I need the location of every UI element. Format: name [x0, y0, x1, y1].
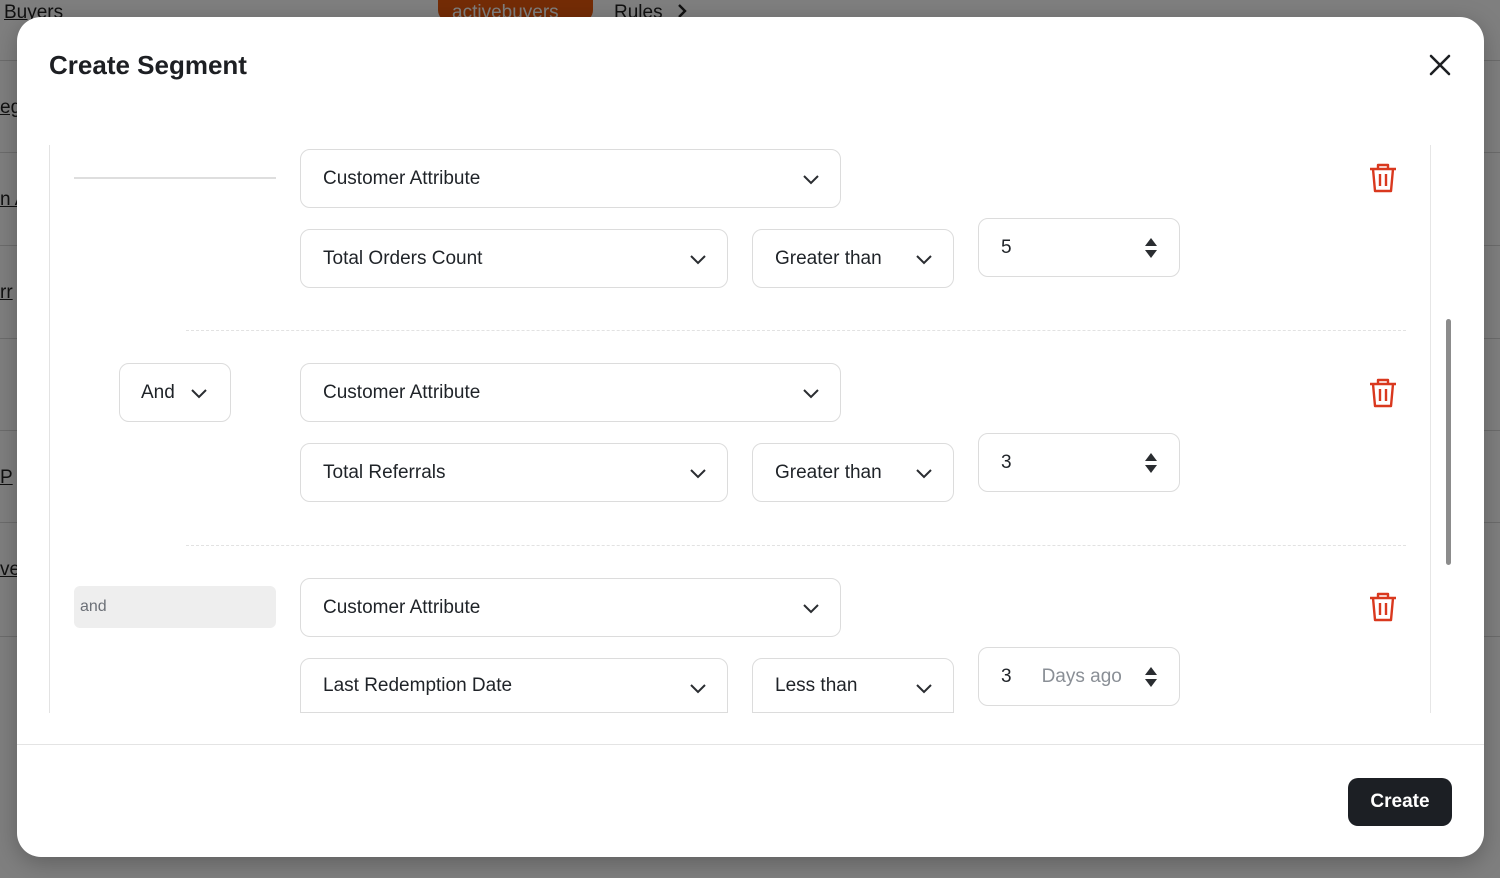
connector-label: and: [74, 586, 276, 628]
operator-select[interactable]: Less than: [752, 658, 954, 713]
attribute-type-value: Customer Attribute: [323, 381, 481, 403]
create-button[interactable]: Create: [1348, 778, 1452, 826]
value-input[interactable]: 3: [978, 433, 1180, 492]
stepper-icon[interactable]: [1143, 236, 1159, 260]
chevron-down-icon: [916, 469, 932, 479]
attribute-type-select[interactable]: Customer Attribute: [300, 363, 841, 422]
value-text: 5: [1001, 236, 1012, 258]
value-text: 3: [1001, 451, 1012, 473]
trash-icon: [1370, 592, 1396, 622]
field-select[interactable]: Last Redemption Date: [300, 658, 728, 713]
value-input[interactable]: 5: [978, 218, 1180, 277]
attribute-type-value: Customer Attribute: [323, 167, 481, 189]
trash-icon: [1370, 163, 1396, 193]
create-segment-modal: Create Segment Customer Attribute Total …: [17, 17, 1484, 857]
stepper-icon[interactable]: [1143, 665, 1159, 689]
chevron-down-icon: [690, 255, 706, 265]
scrollbar-thumb[interactable]: [1446, 319, 1451, 565]
delete-rule-button[interactable]: [1368, 591, 1398, 623]
chevron-down-icon: [690, 684, 706, 694]
operator-select[interactable]: Greater than: [752, 443, 954, 502]
close-button[interactable]: [1422, 47, 1458, 83]
field-select[interactable]: Total Orders Count: [300, 229, 728, 288]
attribute-type-select[interactable]: Customer Attribute: [300, 578, 841, 637]
chevron-down-icon: [803, 389, 819, 399]
trash-icon: [1370, 378, 1396, 408]
chevron-down-icon: [916, 684, 932, 694]
connector-select[interactable]: And: [119, 363, 231, 422]
stepper-icon[interactable]: [1143, 451, 1159, 475]
chevron-down-icon: [916, 255, 932, 265]
delete-rule-button[interactable]: [1368, 162, 1398, 194]
chevron-down-icon: [690, 469, 706, 479]
footer-divider: [17, 744, 1484, 745]
chevron-down-icon: [191, 389, 207, 399]
attribute-type-value: Customer Attribute: [323, 596, 481, 618]
value-suffix: Days ago: [1041, 665, 1122, 687]
rule-divider: [186, 330, 1406, 331]
field-value: Last Redemption Date: [323, 674, 513, 696]
modal-title: Create Segment: [49, 50, 247, 80]
value-text: 3: [1001, 665, 1012, 687]
rule-connector-line: [74, 177, 276, 179]
close-icon: [1429, 54, 1451, 76]
field-value: Total Orders Count: [323, 247, 483, 269]
chevron-down-icon: [803, 175, 819, 185]
connector-value: And: [141, 381, 175, 403]
operator-select[interactable]: Greater than: [752, 229, 954, 288]
delete-rule-button[interactable]: [1368, 377, 1398, 409]
field-value: Total Referrals: [323, 461, 446, 483]
body-bottom-padding: [17, 713, 1484, 744]
operator-value: Greater than: [775, 247, 882, 269]
attribute-type-select[interactable]: Customer Attribute: [300, 149, 841, 208]
operator-value: Greater than: [775, 461, 882, 483]
rule-divider: [186, 545, 1406, 546]
operator-value: Less than: [775, 674, 858, 696]
value-input[interactable]: 3 Days ago: [978, 647, 1180, 706]
field-select[interactable]: Total Referrals: [300, 443, 728, 502]
chevron-down-icon: [803, 604, 819, 614]
